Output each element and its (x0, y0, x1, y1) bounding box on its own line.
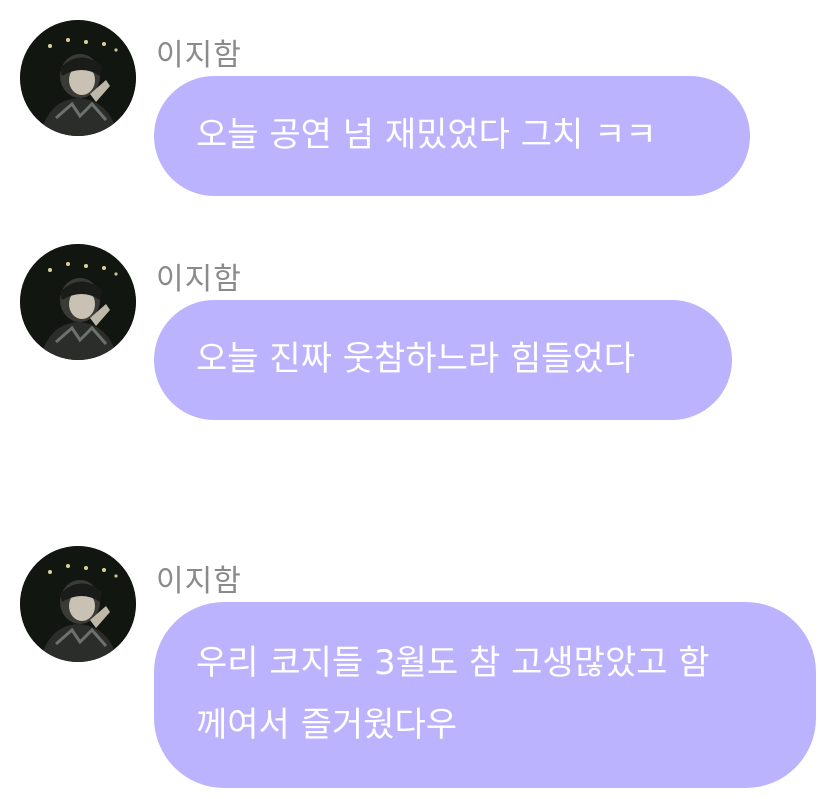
sender-name: 이지함 (156, 262, 242, 297)
message-bubble[interactable]: 오늘 진짜 웃참하느라 힘들었다 (154, 300, 732, 420)
sender-name: 이지함 (156, 564, 242, 599)
message-bubble[interactable]: 오늘 공연 넘 재밌었다 그치 ㅋㅋ (154, 76, 750, 196)
avatar[interactable] (20, 244, 136, 360)
message-bubble[interactable]: 우리 코지들 3월도 참 고생많았고 함 께여서 즐거웠다우 (154, 602, 816, 788)
profile-photo-icon (20, 20, 136, 136)
avatar[interactable] (20, 20, 136, 136)
profile-photo-icon (20, 546, 136, 662)
sender-name: 이지함 (156, 38, 242, 73)
profile-photo-icon (20, 244, 136, 360)
avatar[interactable] (20, 546, 136, 662)
message-line: 께여서 즐거웠다우 (196, 705, 458, 745)
message-line: 우리 코지들 3월도 참 고생많았고 함 (196, 643, 710, 683)
chat-thread: 이지함 오늘 공연 넘 재밌었다 그치 ㅋㅋ 이지함 오늘 진짜 웃참하느라 힘… (0, 0, 833, 799)
